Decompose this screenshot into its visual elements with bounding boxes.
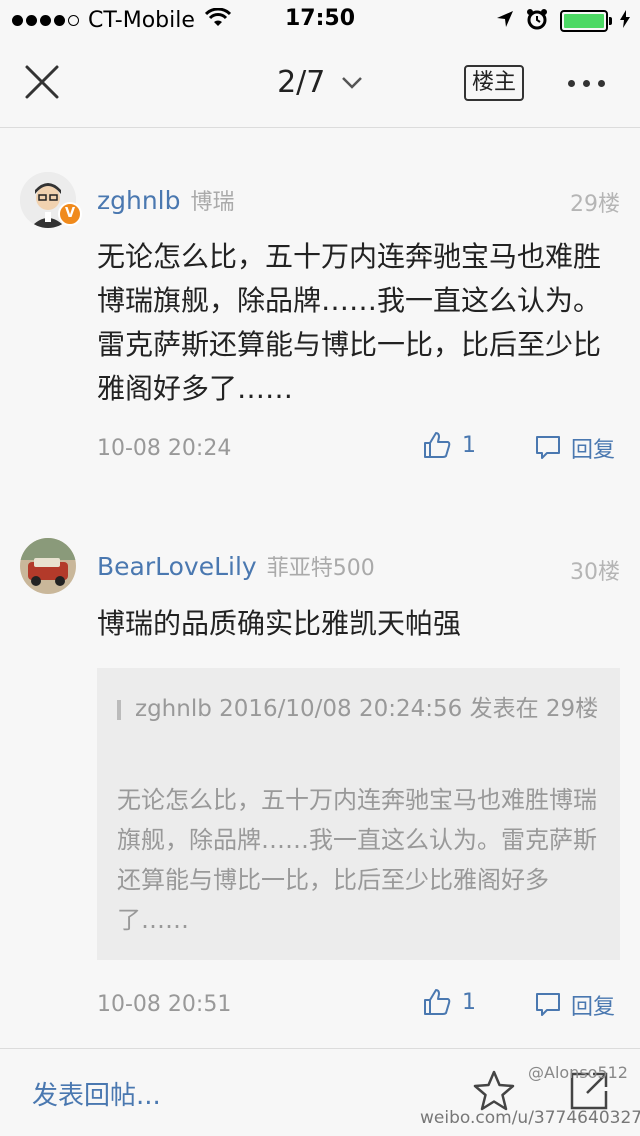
like-count: 1: [462, 989, 476, 1015]
username[interactable]: BearLoveLily: [97, 552, 257, 581]
post-content: 无论怎么比，五十万内连奔驰宝马也难胜博瑞旗舰，除品牌……我一直这么认为。雷克萨斯…: [97, 240, 602, 405]
reply-label: 回复: [571, 995, 616, 1020]
floor-number: 29楼: [570, 192, 620, 217]
like-button[interactable]: 1: [422, 987, 476, 1017]
quoted-post: zghnlb 2016/10/08 20:24:56 发表在 29楼 无论怎么比…: [97, 668, 620, 960]
post-author[interactable]: BearLoveLily 菲亚特500: [97, 550, 375, 582]
alarm-clock-icon: [526, 8, 548, 34]
comment-icon: [536, 436, 560, 459]
chevron-down-icon: [342, 76, 362, 89]
post-time: 10-08 20:24: [97, 436, 232, 461]
more-icon[interactable]: [568, 80, 605, 87]
like-count: 1: [462, 432, 476, 458]
battery-icon: [560, 10, 612, 32]
user-car-tag: 博瑞: [190, 190, 235, 215]
avatar[interactable]: [20, 538, 76, 594]
username[interactable]: zghnlb: [97, 186, 181, 215]
watermark-handle: @Alonso512: [528, 1063, 628, 1082]
charging-bolt-icon: [620, 10, 630, 32]
floor-number: 30楼: [570, 560, 620, 585]
post-author[interactable]: zghnlb 博瑞: [97, 184, 235, 216]
like-button[interactable]: 1: [422, 430, 476, 460]
quote-body: 无论怎么比，五十万内连奔驰宝马也难胜博瑞旗舰，除品牌……我一直这么认为。雷克萨斯…: [117, 786, 597, 934]
page-selector[interactable]: 2/7: [0, 64, 640, 100]
quote-header-text: zghnlb 2016/10/08 20:24:56 发表在 29楼: [135, 696, 599, 722]
reply-button[interactable]: 回复: [535, 432, 615, 464]
quote-header: zghnlb 2016/10/08 20:24:56 发表在 29楼: [117, 690, 607, 728]
compose-reply-input[interactable]: 发表回帖...: [32, 1075, 161, 1112]
comment-icon: [536, 993, 560, 1016]
reply-label: 回复: [571, 438, 616, 463]
thumbs-up-icon: [424, 989, 451, 1015]
user-car-tag: 菲亚特500: [266, 556, 375, 581]
thumbs-up-icon: [424, 432, 451, 458]
status-bar: CT-Mobile 17:50: [0, 0, 640, 40]
post-time: 10-08 20:51: [97, 992, 232, 1017]
nav-bar: 2/7 楼主: [0, 40, 640, 128]
page-indicator: 2/7: [277, 65, 326, 100]
watermark-url: weibo.com/u/3774640327: [420, 1108, 640, 1128]
location-arrow-icon: [496, 10, 514, 32]
verified-badge: V: [58, 202, 82, 226]
owner-only-button[interactable]: 楼主: [464, 65, 524, 101]
reply-button[interactable]: 回复: [535, 989, 615, 1021]
post-content: 博瑞的品质确实比雅凯天帕强: [97, 607, 462, 640]
